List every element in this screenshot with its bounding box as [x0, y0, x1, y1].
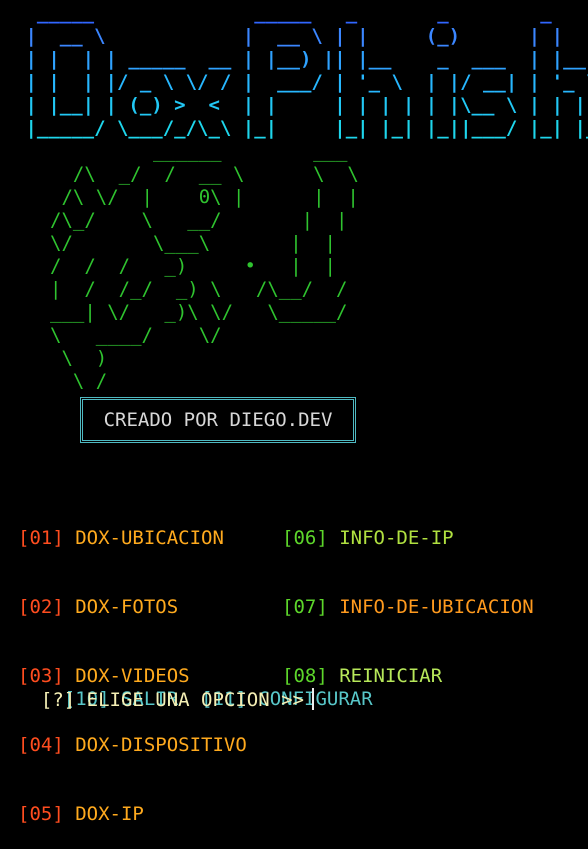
option-number: [07]	[282, 596, 328, 618]
option-label: INFO-DE-IP	[339, 527, 454, 549]
banner-line-2: | __ \ | __ \ | | (_) | |	[14, 25, 588, 47]
prompt-text: [?] ELIGE UNA OPCION >>	[40, 689, 304, 711]
ascii-banner: _____ _____ _ _ _ | __ \ | __ \ | | (_) …	[14, 2, 588, 140]
banner-line-1: _____ _____ _ _ _	[14, 2, 588, 24]
option-label: DOX-IP	[75, 803, 144, 825]
credit-box: CREADO POR DIEGO.DEV	[80, 397, 356, 443]
menu-option[interactable]: [04] DOX-DISPOSITIVO	[18, 734, 247, 757]
ascii-mascot-art: ______ ___ /\ _/ / __ \ \ \ /\ \/ | 0\ |…	[50, 140, 359, 392]
banner-line-6: |_____/ \___/_/\_\ |_| |_| |_| |_||___/ …	[14, 117, 588, 139]
menu-option[interactable]: [05] DOX-IP	[18, 803, 247, 826]
option-number: [01]	[18, 527, 64, 549]
option-label: INFO-DE-UBICACION	[339, 596, 534, 618]
option-number: [05]	[18, 803, 64, 825]
text-cursor	[312, 688, 314, 710]
banner-line-4: | | | |/ _ \ \/ / | ___/ | '_ \ | |/ __|…	[14, 71, 588, 93]
option-number: [06]	[282, 527, 328, 549]
option-label: DOX-UBICACION	[75, 527, 224, 549]
menu-option[interactable]: [01] DOX-UBICACION	[18, 527, 247, 550]
command-prompt[interactable]: [?] ELIGE UNA OPCION >>	[18, 665, 314, 712]
option-number: [02]	[18, 596, 64, 618]
option-label: DOX-FOTOS	[75, 596, 179, 618]
menu-option[interactable]: [06] INFO-DE-IP	[282, 527, 534, 550]
credit-label: CREADO POR DIEGO.DEV	[103, 409, 333, 431]
menu-option[interactable]: [07] INFO-DE-UBICACION	[282, 596, 534, 619]
banner-line-3: | | | | _____ __ | |__) || |__ _ ___ | |…	[14, 48, 588, 70]
banner-line-5: | |__| | (_) > < | | | | | | | |\__ \ | …	[14, 94, 588, 116]
option-number: [04]	[18, 734, 64, 756]
option-label: DOX-DISPOSITIVO	[75, 734, 247, 756]
menu-option[interactable]: [02] DOX-FOTOS	[18, 596, 247, 619]
